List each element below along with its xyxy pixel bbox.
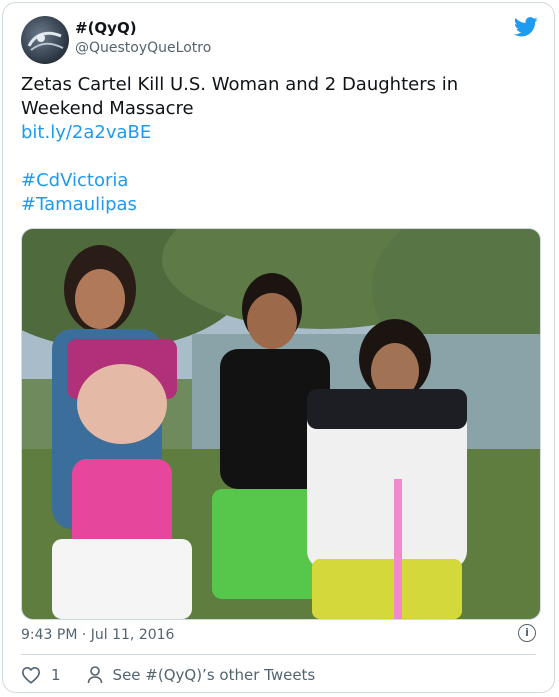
- info-icon[interactable]: i: [518, 624, 536, 642]
- tweet-photo[interactable]: [21, 228, 541, 620]
- divider: [21, 654, 536, 655]
- hashtag-cdvictoria[interactable]: #CdVictoria: [21, 169, 531, 193]
- tweet-text: Zetas Cartel Kill U.S. Woman and 2 Daugh…: [21, 73, 531, 217]
- like-count: 1: [51, 666, 61, 684]
- tweet-card: #(QyQ) @QuestoyQueLotro Zetas Cartel Kil…: [2, 2, 555, 693]
- other-tweets-link[interactable]: See #(QyQ)’s other Tweets: [113, 666, 316, 684]
- tweet-text-line: Zetas Cartel Kill U.S. Woman and 2 Daugh…: [21, 74, 459, 95]
- author-name[interactable]: #(QyQ): [75, 19, 137, 37]
- avatar[interactable]: [21, 16, 69, 64]
- photo-image: [22, 229, 540, 619]
- person-icon[interactable]: [87, 666, 103, 684]
- twitter-bird-icon[interactable]: [514, 17, 538, 37]
- tweet-link[interactable]: bit.ly/2a2vaBE: [21, 121, 531, 145]
- tweet-actions: 1 See #(QyQ)’s other Tweets: [21, 666, 315, 684]
- hashtag-tamaulipas[interactable]: #Tamaulipas: [21, 193, 531, 217]
- tweet-timestamp[interactable]: 9:43 PM · Jul 11, 2016: [21, 627, 174, 643]
- tweet-text-line: Weekend Massacre: [21, 98, 194, 119]
- author-handle[interactable]: @QuestoyQueLotro: [75, 40, 211, 56]
- heart-icon[interactable]: [21, 666, 41, 684]
